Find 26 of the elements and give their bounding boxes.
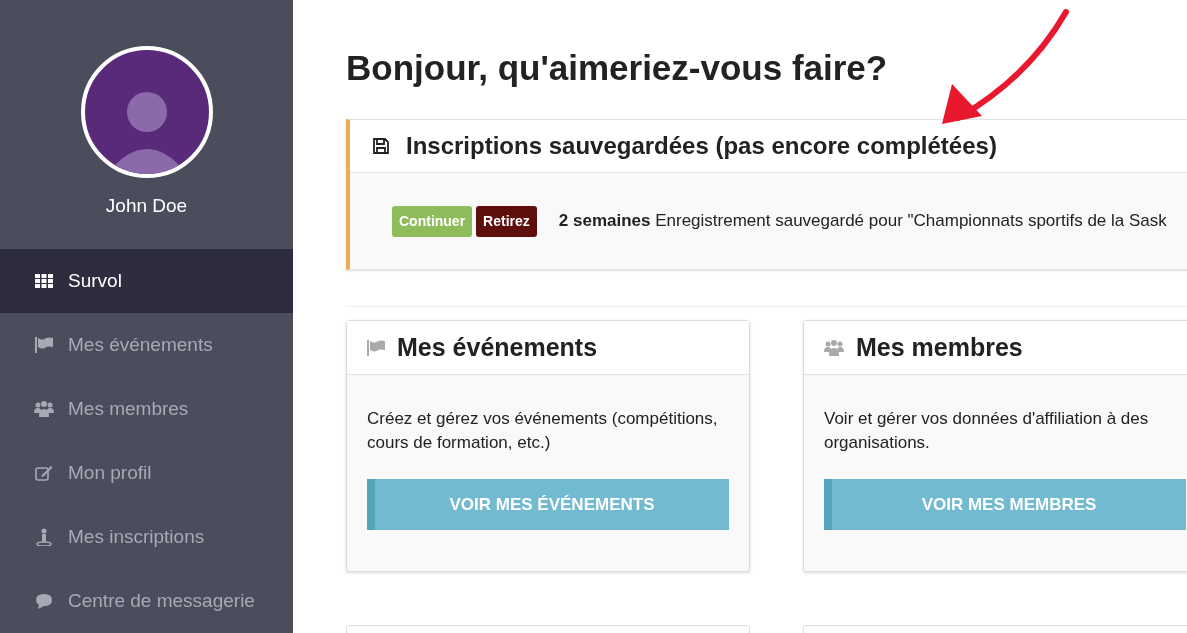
card-description: Créez et gérez vos événements (compétitions, cours de formation, etc.)	[366, 408, 719, 454]
grid-icon	[34, 274, 54, 288]
card-title: Mes événements	[397, 331, 598, 363]
person-icon	[34, 528, 54, 546]
panel-title: Inscriptions sauvegardées (pas encore complétées)	[406, 131, 997, 161]
chat-bubble-icon	[34, 593, 54, 609]
sidebar-item[interactable]: Survol	[0, 249, 293, 313]
remove-button[interactable]: Retirez	[476, 205, 537, 237]
sidebar-item[interactable]: Mes événements	[0, 313, 293, 377]
sidebar-item[interactable]: Mon profil	[0, 441, 293, 505]
sidebar-item[interactable]: Centre de messagerie	[0, 569, 293, 633]
page-heading: Bonjour, qu'aimeriez-vous faire?	[346, 47, 889, 89]
card-description: Voir et gérer vos données d'affiliation à des organisations.	[823, 408, 1150, 454]
continue-button[interactable]: Continuer	[392, 205, 473, 237]
card-title: Mes membres	[856, 331, 1023, 363]
user-name: John Doe	[105, 194, 188, 218]
sidebar-item[interactable]: Mes inscriptions	[0, 505, 293, 569]
card-button[interactable]: VOIR MES MEMBRES	[824, 479, 1186, 530]
card-button[interactable]: VOIR MES ÉVÉNEMENTS	[367, 479, 729, 530]
flag-icon	[34, 337, 54, 353]
edit-icon	[34, 465, 54, 481]
people-icon	[34, 401, 54, 417]
people-icon	[824, 339, 844, 356]
sidebar-item[interactable]: Mes membres	[0, 377, 293, 441]
flag-icon	[367, 339, 385, 356]
saved-registration-text: 2 semaines Enregistrement sauvegardé pour "Championnats sportifs de la Sask	[558, 210, 1167, 233]
